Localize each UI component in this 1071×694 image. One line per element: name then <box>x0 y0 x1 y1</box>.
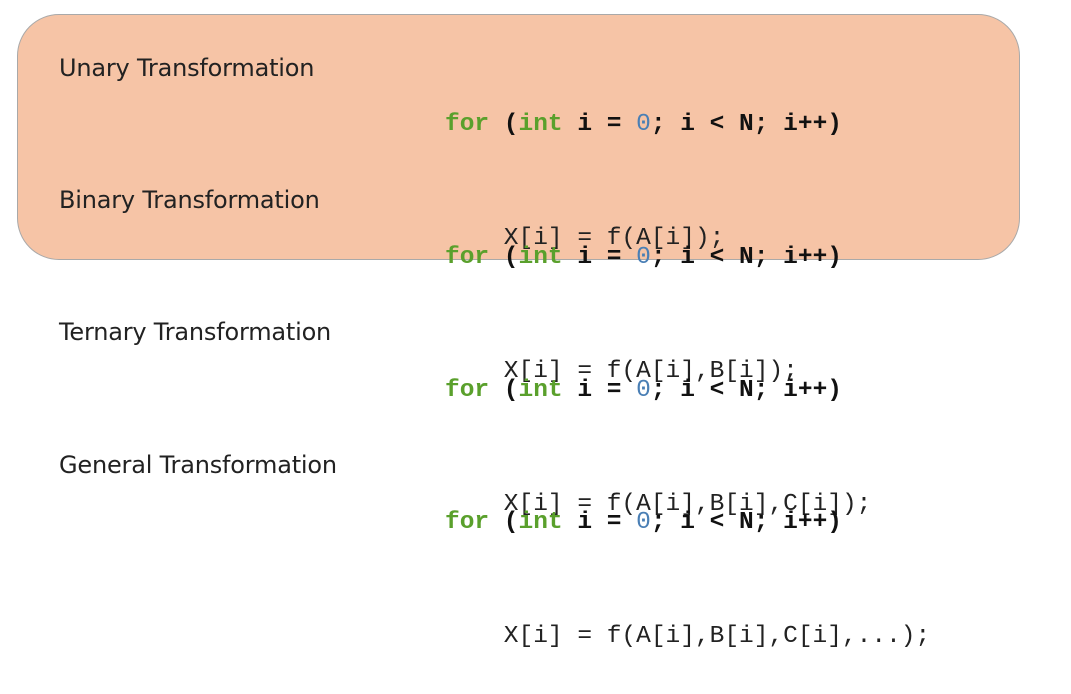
loop-header: for (int i = 0; i < N; i++) <box>445 504 930 542</box>
keyword-for: for <box>445 377 490 404</box>
code-text: ; i < N; i++) <box>650 111 842 138</box>
row-label-ternary: Ternary Transformation <box>59 318 332 346</box>
number-literal: 0 <box>636 377 651 404</box>
loop-header: for (int i = 0; i < N; i++) <box>445 106 842 144</box>
code-text: i = <box>562 377 637 404</box>
loop-body: X[i] = f(A[i],B[i],C[i],...); <box>445 623 931 650</box>
keyword-int: int <box>518 111 563 138</box>
row-label-unary: Unary Transformation <box>59 54 315 82</box>
number-literal: 0 <box>636 111 651 138</box>
code-text: ( <box>489 377 519 404</box>
code-text: ; i < N; i++) <box>650 509 842 536</box>
code-text: ; i < N; i++) <box>650 377 842 404</box>
code-text: ( <box>489 509 519 536</box>
keyword-int: int <box>518 244 563 271</box>
keyword-int: int <box>518 509 563 536</box>
keyword-for: for <box>445 244 490 271</box>
code-text: i = <box>562 111 637 138</box>
code-text: ; i < N; i++) <box>650 244 842 271</box>
code-block-general: for (int i = 0; i < N; i++) X[i] = f(A[i… <box>445 428 930 694</box>
code-text: i = <box>562 509 637 536</box>
number-literal: 0 <box>636 509 651 536</box>
code-text: i = <box>562 244 637 271</box>
code-text: ( <box>489 244 519 271</box>
loop-header: for (int i = 0; i < N; i++) <box>445 372 871 410</box>
keyword-int: int <box>518 377 563 404</box>
row-label-general: General Transformation <box>59 451 337 479</box>
keyword-for: for <box>445 111 490 138</box>
loop-header: for (int i = 0; i < N; i++) <box>445 239 842 277</box>
row-label-binary: Binary Transformation <box>59 186 320 214</box>
code-text: ( <box>489 111 519 138</box>
number-literal: 0 <box>636 244 651 271</box>
keyword-for: for <box>445 509 490 536</box>
